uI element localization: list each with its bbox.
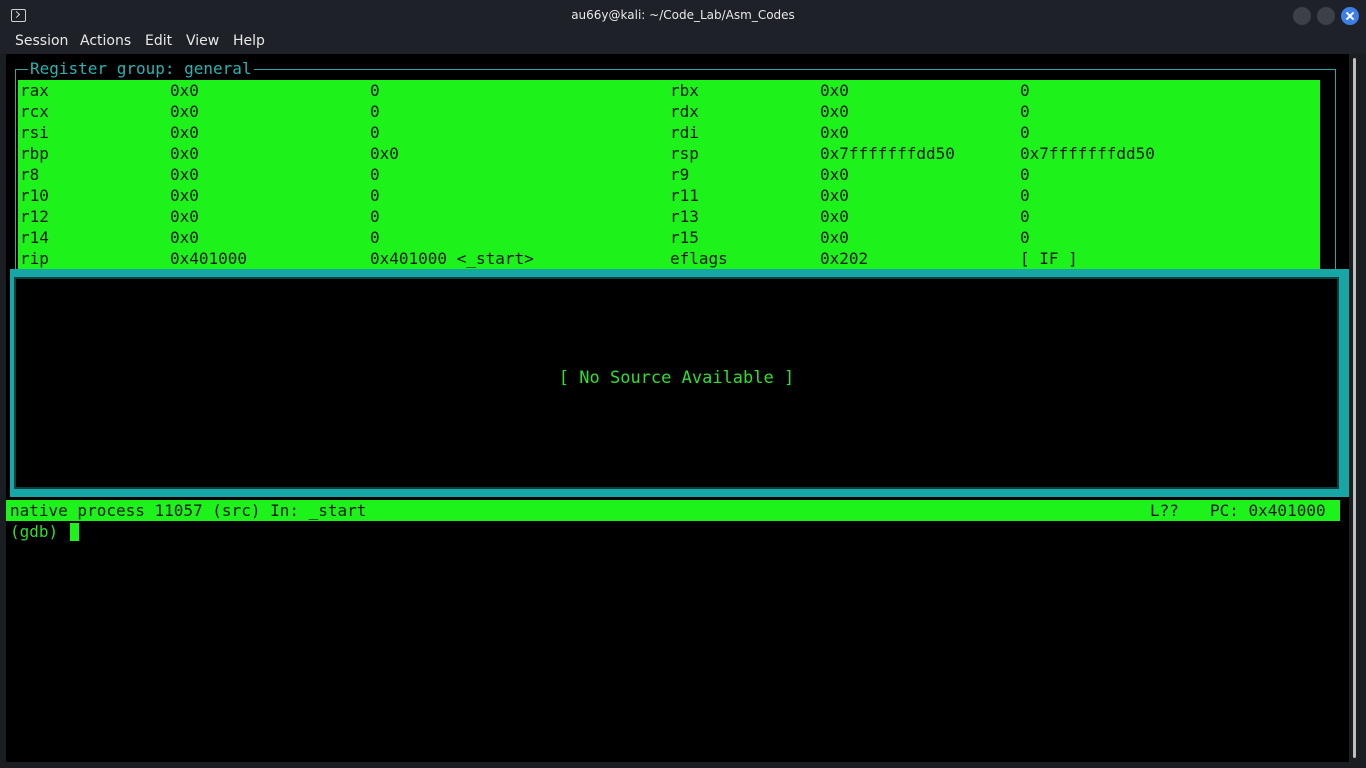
text-cursor [70, 523, 79, 541]
terminal[interactable]: Register group: general rax 0x0 0 rbx 0x0 0 rc… [6, 54, 1349, 762]
register-value: 0x0 [370, 144, 399, 163]
register-name: r11 [670, 186, 699, 205]
register-value: 0x0 [820, 81, 849, 100]
window-title: au66y@kali: ~/Code_Lab/Asm_Codes [571, 8, 795, 22]
status-line: native process 11057 (src) In: _start L?… [6, 500, 1340, 521]
register-name: rbp [20, 144, 49, 163]
register-name: rax [20, 81, 49, 100]
scrollbar[interactable] [1349, 54, 1360, 762]
register-value: 0 [1020, 165, 1030, 184]
register-value: 0 [1020, 81, 1030, 100]
register-value: 0x0 [820, 123, 849, 142]
register-name: r9 [670, 165, 690, 184]
register-name: r15 [670, 228, 699, 247]
register-value: 0 [1020, 228, 1030, 247]
register-pane: rax 0x0 0 rbx 0x0 0 rcx 0x0 0 rdx 0x0 0 rsi 0x0 0 rdi 0x… [18, 80, 1320, 269]
register-name: eflags [670, 249, 728, 268]
register-name: rsp [670, 144, 699, 163]
register-value: 0x0 [820, 102, 849, 121]
gdb-prompt: (gdb) [10, 522, 68, 541]
register-value: 0x401000 <_start> [370, 249, 534, 268]
register-value: 0x0 [170, 102, 199, 121]
register-name: r13 [670, 207, 699, 226]
register-value: 0 [370, 207, 380, 226]
register-value: 0x401000 [170, 249, 248, 268]
register-value: 0 [370, 165, 380, 184]
source-content: [ No Source Available ] [20, 283, 1333, 483]
register-name: rcx [20, 102, 49, 121]
register-value: 0 [1020, 123, 1030, 142]
register-value: [ IF ] [1020, 249, 1078, 268]
register-value: 0x0 [170, 228, 199, 247]
register-name: r10 [20, 186, 49, 205]
register-value: 0x7fffffffdd50 [1020, 144, 1155, 163]
register-value: 0x0 [820, 186, 849, 205]
register-value: 0x0 [170, 81, 199, 100]
register-value: 0x0 [170, 207, 199, 226]
menu-actions[interactable]: Actions [80, 33, 131, 49]
menu-bar: Session Actions Edit View Help [0, 31, 1366, 54]
register-value: 0x7fffffffdd50 [820, 144, 955, 163]
register-value: 0 [370, 186, 380, 205]
menu-edit[interactable]: Edit [145, 33, 172, 49]
no-source-message: [ No Source Available ] [558, 368, 795, 388]
register-value: 0 [370, 102, 380, 121]
register-value: 0 [1020, 186, 1030, 205]
register-value: 0 [1020, 102, 1030, 121]
register-name: r12 [20, 207, 49, 226]
register-value: 0x0 [170, 123, 199, 142]
status-line-number: L?? [1150, 501, 1179, 520]
register-value: 0x202 [820, 249, 869, 268]
status-process: native process 11057 (src) In: _start [10, 501, 367, 520]
close-button[interactable] [1341, 7, 1359, 25]
register-value: 0 [370, 123, 380, 142]
register-name: r8 [20, 165, 40, 184]
register-name: r14 [20, 228, 49, 247]
menu-help[interactable]: Help [233, 33, 265, 49]
register-name: rdx [670, 102, 699, 121]
register-value: 0x0 [170, 165, 199, 184]
register-value: 0 [370, 81, 380, 100]
register-name: rip [20, 249, 49, 268]
register-value: 0 [370, 228, 380, 247]
window-titlebar: au66y@kali: ~/Code_Lab/Asm_Codes [0, 0, 1366, 31]
register-name: rbx [670, 81, 699, 100]
register-value: 0x0 [820, 207, 849, 226]
menu-session[interactable]: Session [15, 33, 68, 49]
maximize-button[interactable] [1317, 7, 1335, 25]
register-value: 0 [1020, 207, 1030, 226]
register-value: 0x0 [170, 186, 199, 205]
source-frame: [ No Source Available ] [14, 277, 1339, 489]
menu-view[interactable]: View [186, 33, 219, 49]
minimize-button[interactable] [1293, 7, 1311, 25]
status-pc: PC: 0x401000 [1210, 501, 1326, 520]
register-value: 0x0 [820, 228, 849, 247]
register-value: 0x0 [170, 144, 199, 163]
scrollbar-thumb[interactable] [1353, 58, 1356, 758]
register-name: rdi [670, 123, 699, 142]
source-pane: [ No Source Available ] [10, 269, 1349, 497]
register-value: 0x0 [820, 165, 849, 184]
register-group-title: Register group: general [28, 59, 254, 79]
register-name: rsi [20, 123, 49, 142]
